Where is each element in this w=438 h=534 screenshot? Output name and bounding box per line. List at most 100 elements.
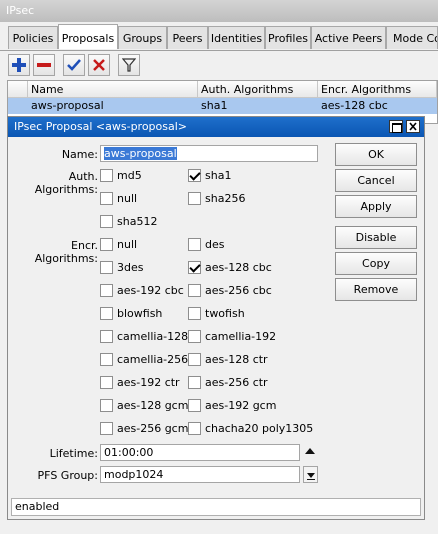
- dialog-title: IPsec Proposal <aws-proposal>: [8, 117, 424, 137]
- pfs-dropdown-button[interactable]: [303, 466, 318, 483]
- checkbox-label-sha256: sha256: [205, 192, 246, 205]
- checkbox-aes-256-cbc[interactable]: [188, 284, 201, 297]
- ok-button[interactable]: OK: [335, 143, 417, 166]
- lifetime-label: Lifetime:: [49, 447, 98, 460]
- table-row-name[interactable]: aws-proposal: [28, 98, 198, 114]
- name-field-value: aws-proposal: [104, 147, 177, 160]
- checkbox-null[interactable]: [100, 238, 113, 251]
- checkbox-aes-256-gcm[interactable]: [100, 422, 113, 435]
- checkbox-aes-128-ctr[interactable]: [188, 353, 201, 366]
- name-label: Name:: [61, 148, 98, 161]
- checkbox-aes-256-ctr[interactable]: [188, 376, 201, 389]
- collapse-arrow-icon[interactable]: [305, 447, 315, 455]
- tab-proposals[interactable]: Proposals: [58, 24, 118, 49]
- tab-mode-config[interactable]: Mode Con: [386, 26, 438, 49]
- table-row-flag[interactable]: [8, 98, 28, 114]
- checkbox-label-md5: md5: [117, 169, 142, 182]
- filter-button[interactable]: [118, 54, 140, 76]
- column-header-auth[interactable]: Auth. Algorithms: [198, 81, 318, 98]
- add-button[interactable]: [8, 54, 30, 76]
- plus-icon: [12, 58, 26, 72]
- checkbox-label-camellia-128: camellia-128: [117, 330, 189, 343]
- checkbox-sha256[interactable]: [188, 192, 201, 205]
- checkbox-aes-192-ctr[interactable]: [100, 376, 113, 389]
- pfs-group-select[interactable]: modp1024: [100, 466, 300, 483]
- checkbox-label-twofish: twofish: [205, 307, 245, 320]
- tab-policies[interactable]: Policies: [8, 26, 58, 49]
- checkbox-camellia-128[interactable]: [100, 330, 113, 343]
- lifetime-field[interactable]: 01:00:00: [100, 444, 300, 461]
- checkbox-label-null: null: [117, 192, 138, 205]
- checkbox-label-aes-128-gcm: aes-128 gcm: [117, 399, 189, 412]
- checkbox-sha1[interactable]: [188, 169, 201, 182]
- status-bar: enabled: [11, 498, 421, 516]
- apply-button[interactable]: Apply: [335, 195, 417, 218]
- checkbox-label-aes-256-gcm: aes-256 gcm: [117, 422, 189, 435]
- auth-algorithms-label: Auth. Algorithms:: [34, 170, 98, 196]
- encr-algorithms-label: Encr. Algorithms:: [34, 239, 98, 265]
- disable-button[interactable]: Disable: [335, 226, 417, 249]
- table-row-auth[interactable]: sha1: [198, 98, 318, 114]
- checkbox-aes-192-gcm[interactable]: [188, 399, 201, 412]
- close-icon: [409, 122, 417, 131]
- checkbox-label-sha1: sha1: [205, 169, 232, 182]
- checkbox-md5[interactable]: [100, 169, 113, 182]
- enable-button[interactable]: [63, 54, 85, 76]
- checkbox-label-des: des: [205, 238, 225, 251]
- checkbox-blowfish[interactable]: [100, 307, 113, 320]
- checkbox-label-null: null: [117, 238, 138, 251]
- checkbox-label-blowfish: blowfish: [117, 307, 163, 320]
- checkbox-label-aes-256-cbc: aes-256 cbc: [205, 284, 272, 297]
- disable-button[interactable]: [88, 54, 110, 76]
- dropdown-arrow-icon: [307, 473, 315, 480]
- checkbox-null[interactable]: [100, 192, 113, 205]
- remove-proposal-button[interactable]: Remove: [335, 278, 417, 301]
- minus-icon: [37, 63, 51, 67]
- tab-active-peers[interactable]: Active Peers: [311, 26, 386, 49]
- checkbox-label-sha512: sha512: [117, 215, 158, 228]
- checkbox-label-3des: 3des: [117, 261, 144, 274]
- checkbox-label-camellia-192: camellia-192: [205, 330, 277, 343]
- checkbox-label-chacha20-poly1305: chacha20 poly1305: [205, 422, 314, 435]
- table-row-encr[interactable]: aes-128 cbc: [318, 98, 437, 114]
- checkbox-label-aes-256-ctr: aes-256 ctr: [205, 376, 268, 389]
- checkbox-chacha20-poly1305[interactable]: [188, 422, 201, 435]
- column-header-encr[interactable]: Encr. Algorithms: [318, 81, 437, 98]
- checkbox-label-aes-128-ctr: aes-128 ctr: [205, 353, 268, 366]
- cancel-button[interactable]: Cancel: [335, 169, 417, 192]
- checkbox-camellia-192[interactable]: [188, 330, 201, 343]
- column-header-name[interactable]: Name: [28, 81, 198, 98]
- copy-button[interactable]: Copy: [335, 252, 417, 275]
- window-title: IPsec: [0, 0, 438, 22]
- remove-button[interactable]: [33, 54, 55, 76]
- checkbox-label-aes-192-gcm: aes-192 gcm: [205, 399, 277, 412]
- checkbox-camellia-256[interactable]: [100, 353, 113, 366]
- checkbox-aes-128-cbc[interactable]: [188, 261, 201, 274]
- checkbox-aes-128-gcm[interactable]: [100, 399, 113, 412]
- checkbox-des[interactable]: [188, 238, 201, 251]
- maximize-icon: [392, 123, 402, 133]
- filter-icon: [122, 58, 136, 72]
- tab-bar: Policies Proposals Groups Peers Identiti…: [0, 24, 438, 51]
- checkbox-label-aes-192-cbc: aes-192 cbc: [117, 284, 184, 297]
- close-button[interactable]: [406, 120, 420, 133]
- checkbox-label-camellia-256: camellia-256: [117, 353, 189, 366]
- checkbox-label-aes-128-cbc: aes-128 cbc: [205, 261, 272, 274]
- checkbox-label-aes-192-ctr: aes-192 ctr: [117, 376, 180, 389]
- checkbox-sha512[interactable]: [100, 215, 113, 228]
- checkbox-3des[interactable]: [100, 261, 113, 274]
- x-icon: [93, 59, 105, 71]
- tab-profiles[interactable]: Profiles: [265, 26, 311, 49]
- maximize-button[interactable]: [389, 120, 403, 133]
- tab-peers[interactable]: Peers: [167, 26, 208, 49]
- tab-groups[interactable]: Groups: [118, 26, 167, 49]
- pfs-group-label: PFS Group:: [37, 469, 98, 482]
- toolbar: [0, 52, 438, 80]
- check-icon: [67, 59, 81, 71]
- proposal-dialog: IPsec Proposal <aws-proposal> Name: aws-…: [7, 116, 425, 520]
- column-header-flag: [8, 81, 28, 98]
- checkbox-aes-192-cbc[interactable]: [100, 284, 113, 297]
- name-field[interactable]: aws-proposal: [100, 145, 318, 162]
- tab-identities[interactable]: Identities: [208, 26, 265, 49]
- checkbox-twofish[interactable]: [188, 307, 201, 320]
